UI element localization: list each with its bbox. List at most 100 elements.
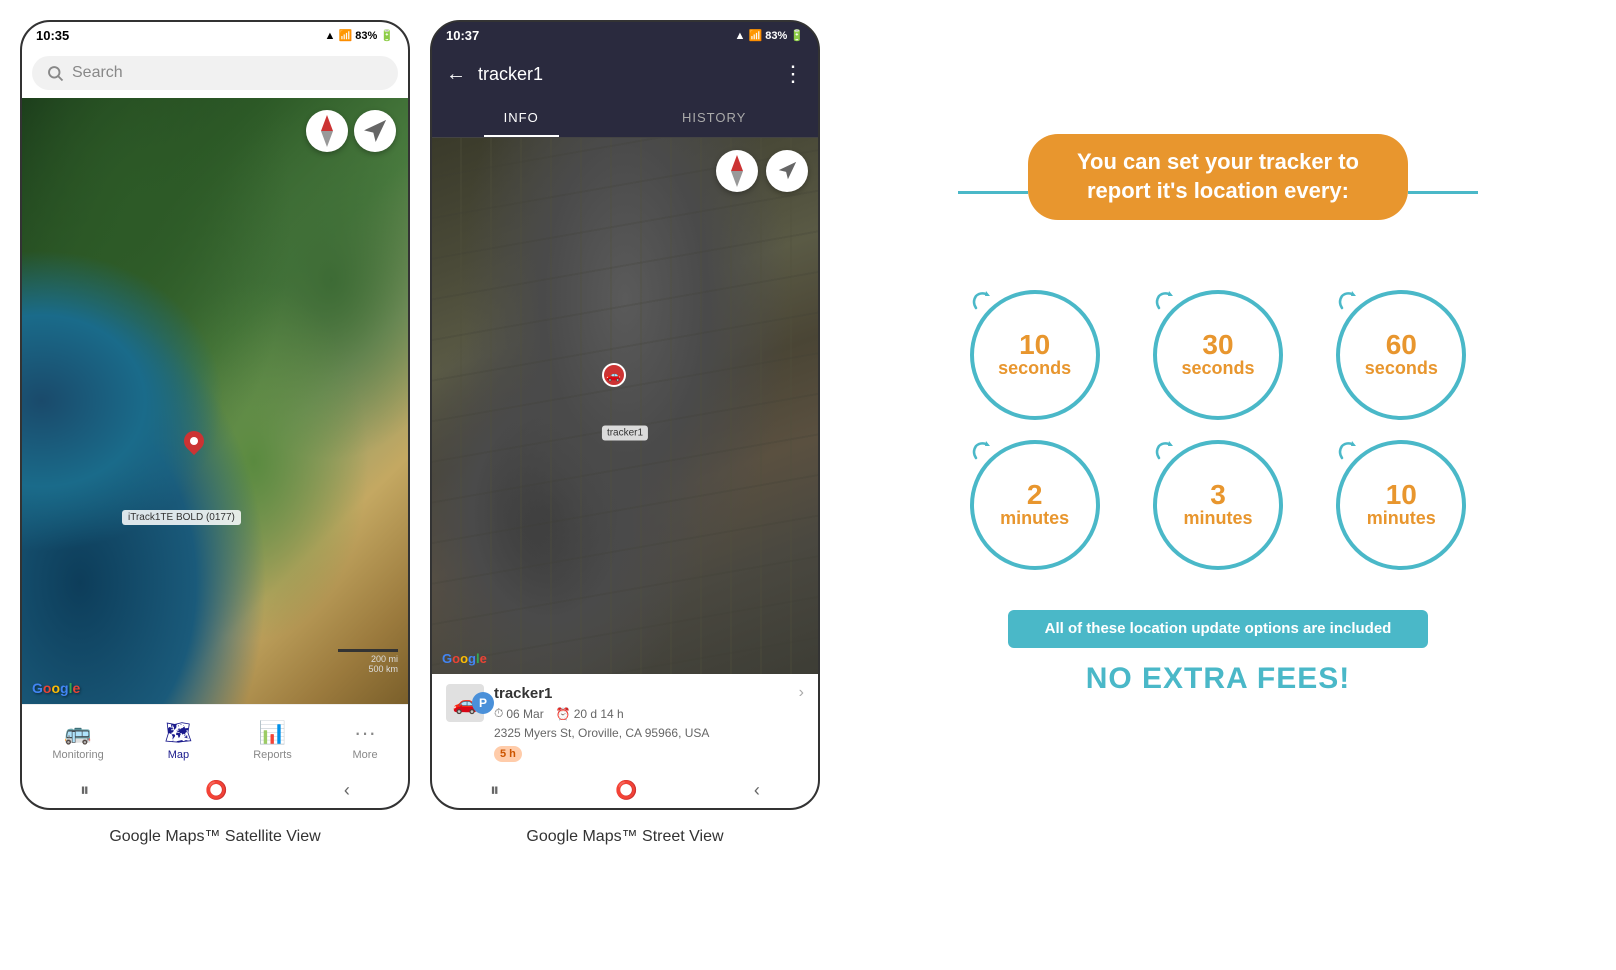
curved-arrow-3	[1334, 288, 1362, 316]
tracker-address: 2325 Myers St, Oroville, CA 95966, USA	[494, 726, 804, 740]
nav-map[interactable]: 🗺 Map	[155, 716, 203, 765]
included-banner: All of these location update options are…	[1008, 610, 1428, 648]
circle-10min-unit: minutes	[1367, 509, 1436, 529]
phone1-caption: Google Maps™ Satellite View	[109, 828, 320, 846]
nav-home-btn-2[interactable]: ⭕	[615, 780, 637, 801]
bottom-nav-1: 🚌 Monitoring 🗺 Map 📊 Reports ··· More	[22, 704, 408, 772]
header-line-left	[958, 191, 1028, 194]
tracker-label: iTrack1TE BOLD (0177)	[122, 510, 241, 525]
nav-monitoring[interactable]: 🚌 Monitoring	[42, 716, 113, 765]
tracker-info-panel: 🚗 P tracker1 › ⏱ 06 Mar ⏰ 20 d	[432, 674, 818, 772]
tracker-chevron-icon: ›	[799, 684, 804, 702]
circle-3-num: 3	[1210, 481, 1226, 509]
nav-more-label: More	[353, 749, 378, 761]
map-pin	[184, 431, 204, 455]
nav-map-label: Map	[168, 749, 189, 761]
scale-line	[338, 649, 398, 652]
circle-30-num: 30	[1202, 331, 1233, 359]
phone2-tabs: INFO HISTORY	[432, 100, 818, 138]
phone1-time: 10:35	[36, 28, 69, 43]
search-placeholder: Search	[72, 64, 123, 82]
reports-icon: 📊	[259, 720, 286, 746]
navigation-icon-2	[776, 160, 798, 182]
circles-grid: 10 seconds 30 seconds 60 seconds	[958, 290, 1478, 570]
circle-2-unit: minutes	[1000, 509, 1069, 529]
tracker-name-row: tracker1 ›	[494, 684, 804, 702]
phone1-status-icons: ▲ 📶 83% 🔋	[325, 29, 394, 42]
tracker-type-badge: P	[472, 692, 494, 714]
phone2-wrapper: 10:37 ▲ 📶 83% 🔋 ← tracker1 ⋮ INFO HISTOR…	[430, 20, 820, 846]
header-line-right	[1408, 191, 1478, 194]
phone2-status-bar: 10:37 ▲ 📶 83% 🔋	[432, 22, 818, 48]
back-arrow-button[interactable]: ←	[446, 63, 466, 86]
more-icon: ···	[354, 720, 376, 746]
tracker-meta: ⏱ 06 Mar ⏰ 20 d 14 h	[494, 706, 804, 721]
compass-button-2[interactable]	[716, 150, 758, 192]
phone2-time: 10:37	[446, 28, 479, 43]
tracker-car-label: tracker1	[602, 425, 648, 440]
curved-arrow-1	[968, 288, 996, 316]
tab-info[interactable]: INFO	[484, 100, 559, 137]
circle-2-num: 2	[1027, 481, 1043, 509]
phone1-search-row: Search	[22, 48, 408, 98]
curved-arrow-5	[1151, 438, 1179, 466]
circle-60-unit: seconds	[1365, 359, 1438, 379]
circle-60-seconds: 60 seconds	[1336, 290, 1466, 420]
compass-button[interactable]	[306, 110, 348, 152]
circle-2-minutes: 2 minutes	[970, 440, 1100, 570]
phone2-status-icons: ▲ 📶 83% 🔋	[735, 29, 804, 42]
tracker-date: ⏱ 06 Mar	[494, 706, 544, 721]
circle-10-unit: seconds	[998, 359, 1071, 379]
included-text: All of these location update options are…	[1045, 620, 1392, 637]
nav-back-btn[interactable]: ‹	[344, 780, 350, 801]
timer-icon: ⏰	[556, 707, 571, 721]
map-nav-button-2[interactable]	[766, 150, 808, 192]
more-menu-button[interactable]: ⋮	[782, 61, 804, 87]
clock-icon: ⏱	[494, 706, 503, 721]
nav-home-btn[interactable]: ⭕	[205, 780, 227, 801]
scale-label2: 500 km	[368, 664, 398, 674]
nav-reports[interactable]: 📊 Reports	[243, 716, 302, 765]
circle-10-seconds: 10 seconds	[970, 290, 1100, 420]
phone1-wrapper: 10:35 ▲ 📶 83% 🔋 Search	[20, 20, 410, 846]
phone2-map[interactable]: 🚗 tracker1 Google	[432, 138, 818, 674]
nav-recents-btn[interactable]: ⏸	[80, 780, 89, 801]
circle-3-minutes: 3 minutes	[1153, 440, 1283, 570]
phone1-map[interactable]: iTrack1TE BOLD (0177) 200 mi 500 km Goog…	[22, 98, 408, 704]
circle-30-seconds: 30 seconds	[1153, 290, 1283, 420]
curved-arrow-2	[1151, 288, 1179, 316]
map-icon: 🗺	[165, 720, 193, 746]
navigation-icon	[364, 120, 386, 142]
circle-10min-num: 10	[1386, 481, 1417, 509]
right-panel: You can set your tracker to report it's …	[840, 20, 1596, 810]
phone1-status-bar: 10:35 ▲ 📶 83% 🔋	[22, 22, 408, 48]
nav-more[interactable]: ··· More	[343, 716, 388, 765]
header-line-wrap: You can set your tracker to report it's …	[958, 134, 1478, 249]
circle-30-unit: seconds	[1181, 359, 1254, 379]
tracker-car-dot: 🚗	[602, 363, 626, 387]
monitoring-icon: 🚌	[64, 720, 91, 746]
phone1: 10:35 ▲ 📶 83% 🔋 Search	[20, 20, 410, 810]
google-logo-2: Google	[442, 651, 487, 666]
circle-10-minutes: 10 minutes	[1336, 440, 1466, 570]
system-nav-1: ⏸ ⭕ ‹	[22, 772, 408, 808]
info-header: You can set your tracker to report it's …	[1028, 134, 1408, 219]
curved-arrow-6	[1334, 438, 1362, 466]
scale-bar: 200 mi 500 km	[338, 649, 398, 674]
phone1-search-bar[interactable]: Search	[32, 56, 398, 90]
system-nav-2: ⏸ ⭕ ‹	[432, 772, 818, 808]
google-logo-1: Google	[32, 680, 80, 696]
time-badge: 5 h	[494, 746, 522, 762]
tracker-duration: ⏰ 20 d 14 h	[556, 707, 624, 721]
tracker-details: tracker1 › ⏱ 06 Mar ⏰ 20 d 14 h	[494, 684, 804, 721]
nav-back-btn-2[interactable]: ‹	[754, 780, 760, 801]
curved-arrow-4	[968, 438, 996, 466]
map-nav-button[interactable]	[354, 110, 396, 152]
nav-monitoring-label: Monitoring	[52, 749, 103, 761]
circle-60-num: 60	[1386, 331, 1417, 359]
tracker-name: tracker1	[494, 685, 552, 702]
tracker-info-top: 🚗 P tracker1 › ⏱ 06 Mar ⏰ 20 d	[446, 684, 804, 722]
tab-history[interactable]: HISTORY	[662, 100, 766, 137]
aerial-map-bg	[432, 138, 818, 674]
nav-recents-btn-2[interactable]: ⏸	[490, 780, 499, 801]
